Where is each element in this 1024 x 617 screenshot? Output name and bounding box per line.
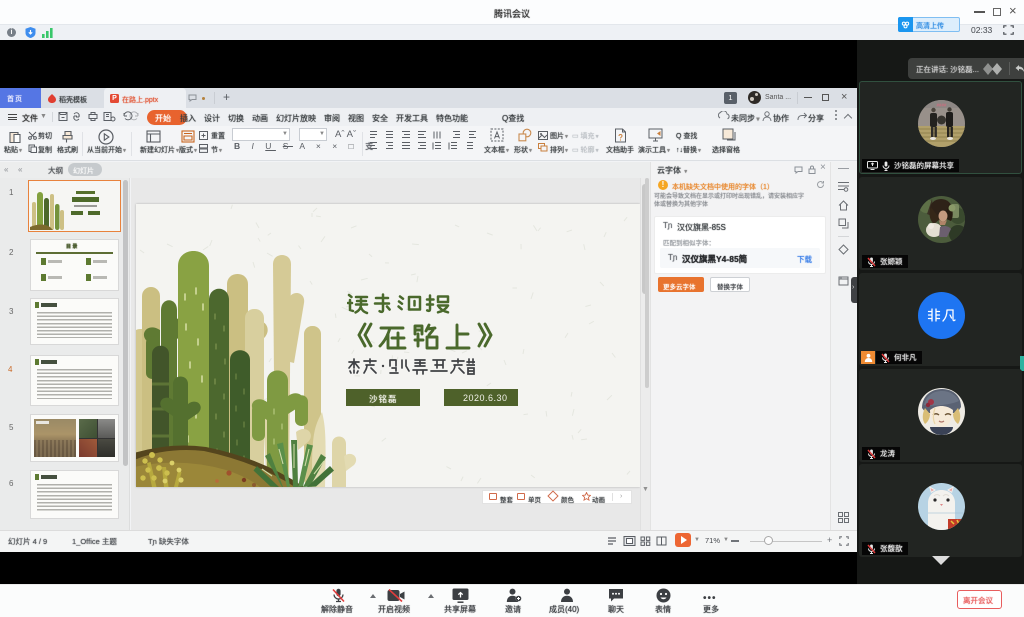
svg-text:####: ####: [936, 103, 947, 108]
